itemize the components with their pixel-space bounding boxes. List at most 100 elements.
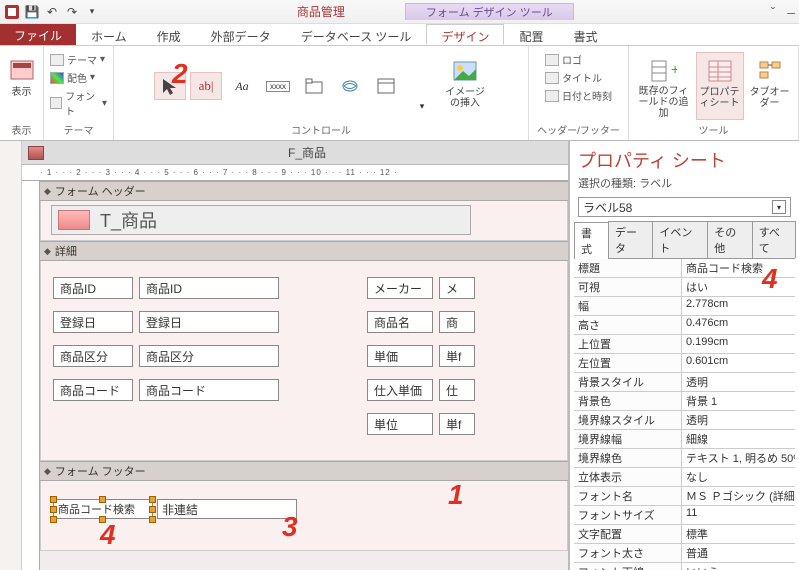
tab-format[interactable]: 書式 [558,24,612,45]
save-icon[interactable]: 💾 [24,4,40,20]
control-hyperlink[interactable] [334,72,366,100]
textbox-category[interactable]: 商品区分 [139,345,279,367]
property-value[interactable]: 2.778cm [682,297,795,315]
section-bar-footer[interactable]: フォーム フッター [40,461,568,481]
property-row[interactable]: 文字配置標準 [574,525,795,544]
property-value[interactable]: いいえ [682,563,795,570]
label-code[interactable]: 商品コード [53,379,133,401]
control-textbox[interactable]: ab| [190,72,222,100]
control-more[interactable]: ▾ [406,92,438,120]
redo-icon[interactable]: ↷ [64,4,80,20]
property-value[interactable]: 透明 [682,373,795,391]
property-value[interactable]: 0.199cm [682,335,795,353]
label-name[interactable]: 商品名 [367,311,433,333]
property-value[interactable]: 細線 [682,430,795,448]
prop-tab-event[interactable]: イベント [652,221,708,258]
label-category[interactable]: 商品区分 [53,345,133,367]
property-value[interactable]: 透明 [682,411,795,429]
textbox-reg-date[interactable]: 登録日 [139,311,279,333]
property-value[interactable]: 背景 1 [682,392,795,410]
property-value[interactable]: テキスト 1, 明るめ 50% [682,449,795,467]
textbox-unit[interactable]: 単f [439,413,475,435]
form-header-title[interactable]: T_商品 [51,205,471,235]
property-grid[interactable]: 標題商品コード検索可視はい幅2.778cm高さ0.476cm上位置0.199cm… [574,259,795,570]
property-row[interactable]: 可視はい [574,278,795,297]
property-value[interactable]: 商品コード検索 [682,259,795,277]
fonts-button[interactable]: フォント▾ [50,88,107,118]
control-button[interactable]: xxxx [262,72,294,100]
property-row[interactable]: 上位置0.199cm [574,335,795,354]
property-value[interactable]: ＭＳ Ｐゴシック (詳細) [682,487,795,505]
prop-tab-other[interactable]: その他 [707,221,752,258]
collapse-ribbon-icon[interactable]: ˇ [771,4,776,20]
property-value[interactable]: 0.476cm [682,316,795,334]
property-row[interactable]: 立体表示なし [574,468,795,487]
property-value[interactable]: はい [682,278,795,296]
label-unit[interactable]: 単位 [367,413,433,435]
tab-external[interactable]: 外部データ [196,24,286,45]
property-row[interactable]: 境界線色テキスト 1, 明るめ 50% [574,449,795,468]
prop-tab-data[interactable]: データ [608,221,653,258]
colors-button[interactable]: 配色▾ [50,70,95,85]
control-tab[interactable] [298,72,330,100]
insert-image-button[interactable]: イメージの挿入 [442,52,488,120]
property-value[interactable]: 0.601cm [682,354,795,372]
tab-home[interactable]: ホーム [76,24,142,45]
tab-design[interactable]: デザイン [426,24,504,45]
unbound-textbox[interactable]: 非連結 [157,499,297,519]
label-reg-date[interactable]: 登録日 [53,311,133,333]
section-detail-body[interactable]: 商品ID 商品ID 登録日 登録日 商品区分 商品区分 商品コード 商品コード [40,261,568,461]
property-row[interactable]: フォントサイズ11 [574,506,795,525]
property-row[interactable]: フォント下線いいえ [574,563,795,570]
nav-pane-collapsed[interactable] [0,141,22,570]
property-row[interactable]: 背景色背景 1 [574,392,795,411]
logo-button[interactable]: ロゴ [545,52,582,67]
property-row[interactable]: 背景スタイル透明 [574,373,795,392]
prop-tab-format[interactable]: 書式 [574,222,609,259]
object-selector[interactable]: ラベル58 ▾ [578,197,791,217]
property-value[interactable]: 11 [682,506,795,524]
label-product-id[interactable]: 商品ID [53,277,133,299]
section-bar-header[interactable]: フォーム ヘッダー [40,181,568,201]
qat-dropdown-icon[interactable]: ▾ [84,4,100,20]
minimize-icon[interactable]: – [787,4,795,20]
prop-tab-all[interactable]: すべて [752,221,796,258]
taborder-button[interactable]: タブオーダー [748,52,792,120]
textbox-maker[interactable]: メー [439,277,475,299]
property-row[interactable]: フォント太さ普通 [574,544,795,563]
section-bar-detail[interactable]: 詳細 [40,241,568,261]
textbox-name[interactable]: 商品 [439,311,475,333]
property-row[interactable]: 幅2.778cm [574,297,795,316]
property-value[interactable]: 標準 [682,525,795,543]
view-button[interactable]: 表示 [1,52,43,120]
section-footer-body[interactable]: 商品コード検索 非連結 [40,481,568,551]
label-cost[interactable]: 仕入単価 [367,379,433,401]
label-maker[interactable]: メーカー [367,277,433,299]
property-row[interactable]: フォント名ＭＳ Ｐゴシック (詳細) [574,487,795,506]
property-value[interactable]: 普通 [682,544,795,562]
property-row[interactable]: 境界線スタイル透明 [574,411,795,430]
tab-file[interactable]: ファイル [0,24,76,45]
property-row[interactable]: 左位置0.601cm [574,354,795,373]
textbox-price[interactable]: 単f [439,345,475,367]
control-select[interactable] [154,72,186,100]
property-row[interactable]: 高さ0.476cm [574,316,795,335]
datetime-button[interactable]: 日付と時刻 [545,88,612,103]
themes-button[interactable]: テーマ▾ [50,52,105,67]
textbox-cost[interactable]: 仕入 [439,379,475,401]
addfield-button[interactable]: + 既存のフィールドの追加 [636,52,692,120]
section-header-body[interactable]: T_商品 [40,201,568,241]
textbox-code[interactable]: 商品コード [139,379,279,401]
property-value[interactable]: なし [682,468,795,486]
property-row[interactable]: 標題商品コード検索 [574,259,795,278]
property-sheet-button[interactable]: プロパティシート [696,52,744,120]
control-label[interactable]: Aa [226,72,258,100]
undo-icon[interactable]: ↶ [44,4,60,20]
form-tab-name[interactable]: F_商品 [52,144,562,161]
tab-dbtools[interactable]: データベース ツール [286,24,427,45]
tab-create[interactable]: 作成 [142,24,196,45]
tab-arrange[interactable]: 配置 [504,24,558,45]
title-button[interactable]: タイトル [545,70,602,85]
chevron-down-icon[interactable]: ▾ [772,200,786,214]
control-navigation[interactable] [370,72,402,100]
